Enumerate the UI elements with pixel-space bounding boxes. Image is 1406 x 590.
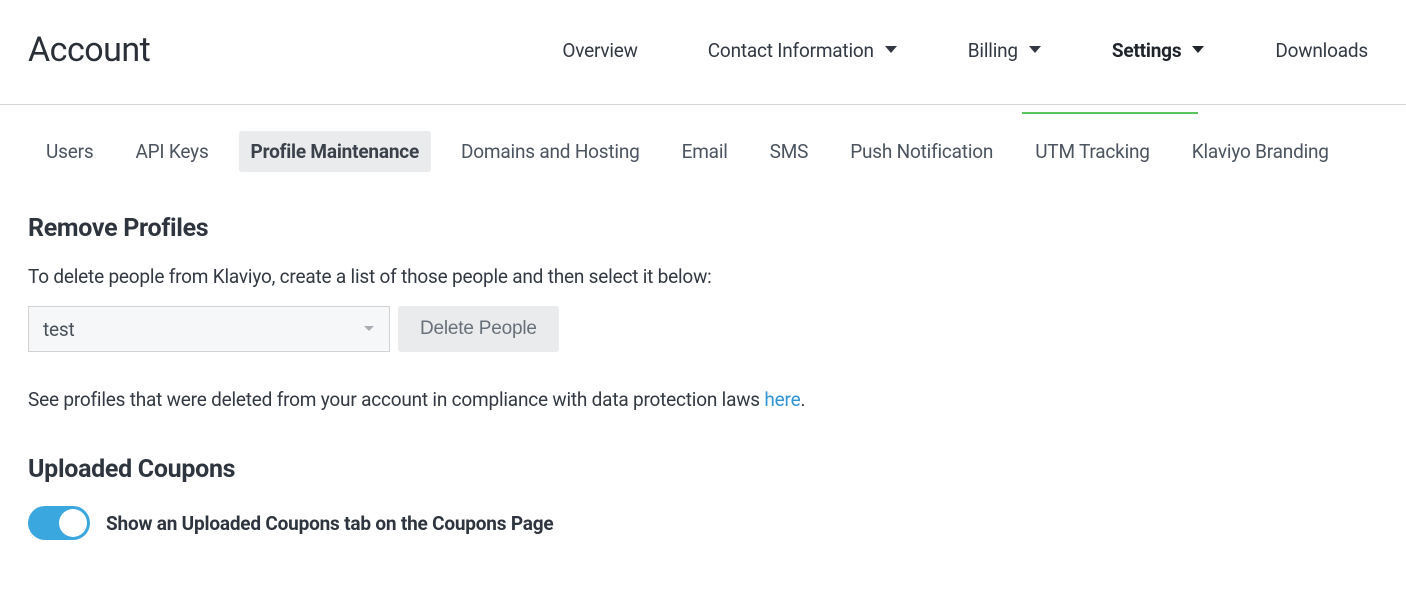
tab-api-keys[interactable]: API Keys xyxy=(123,131,220,172)
deleted-profiles-info: See profiles that were deleted from your… xyxy=(28,388,1378,411)
tab-users[interactable]: Users xyxy=(34,131,105,172)
tab-email[interactable]: Email xyxy=(670,131,740,172)
nav-active-underline xyxy=(1022,112,1198,114)
tab-push-notification[interactable]: Push Notification xyxy=(838,131,1005,172)
main-nav: Overview Contact Information Billing Set… xyxy=(562,39,1378,62)
remove-profiles-description: To delete people from Klaviyo, create a … xyxy=(28,265,1378,288)
caret-down-icon xyxy=(884,45,898,55)
caret-down-icon xyxy=(1028,45,1042,55)
here-link[interactable]: here xyxy=(764,388,800,411)
delete-action-row: test Delete People xyxy=(28,306,1378,352)
page-title: Account xyxy=(28,30,150,70)
caret-down-icon xyxy=(1191,45,1205,55)
info-text-suffix: . xyxy=(800,388,805,411)
list-select-value: test xyxy=(43,318,75,341)
nav-downloads-label: Downloads xyxy=(1275,39,1368,62)
nav-settings[interactable]: Settings xyxy=(1112,39,1206,62)
nav-contact-information[interactable]: Contact Information xyxy=(708,39,898,62)
delete-people-button[interactable]: Delete People xyxy=(398,306,559,352)
info-text-prefix: See profiles that were deleted from your… xyxy=(28,388,764,411)
uploaded-coupons-toggle-label: Show an Uploaded Coupons tab on the Coup… xyxy=(106,512,553,535)
nav-billing-label: Billing xyxy=(968,39,1018,62)
nav-billing[interactable]: Billing xyxy=(968,39,1042,62)
nav-settings-label: Settings xyxy=(1112,39,1182,62)
nav-downloads[interactable]: Downloads xyxy=(1275,39,1368,62)
remove-profiles-title: Remove Profiles xyxy=(28,214,1378,243)
sub-tabs: Users API Keys Profile Maintenance Domai… xyxy=(0,105,1406,172)
uploaded-coupons-toggle-row: Show an Uploaded Coupons tab on the Coup… xyxy=(28,506,1378,540)
nav-overview[interactable]: Overview xyxy=(562,39,637,62)
tab-klaviyo-branding[interactable]: Klaviyo Branding xyxy=(1180,131,1341,172)
nav-overview-label: Overview xyxy=(562,39,637,62)
tab-sms[interactable]: SMS xyxy=(758,131,821,172)
uploaded-coupons-title: Uploaded Coupons xyxy=(28,455,1378,484)
content-area: Remove Profiles To delete people from Kl… xyxy=(0,172,1406,570)
caret-down-icon xyxy=(363,325,375,333)
tab-utm-tracking[interactable]: UTM Tracking xyxy=(1023,131,1162,172)
list-select[interactable]: test xyxy=(28,306,390,352)
toggle-knob xyxy=(59,509,87,537)
tab-profile-maintenance[interactable]: Profile Maintenance xyxy=(239,131,431,172)
tab-domains-hosting[interactable]: Domains and Hosting xyxy=(449,131,652,172)
nav-contact-label: Contact Information xyxy=(708,39,874,62)
uploaded-coupons-toggle[interactable] xyxy=(28,506,90,540)
page-header: Account Overview Contact Information Bil… xyxy=(0,0,1406,105)
